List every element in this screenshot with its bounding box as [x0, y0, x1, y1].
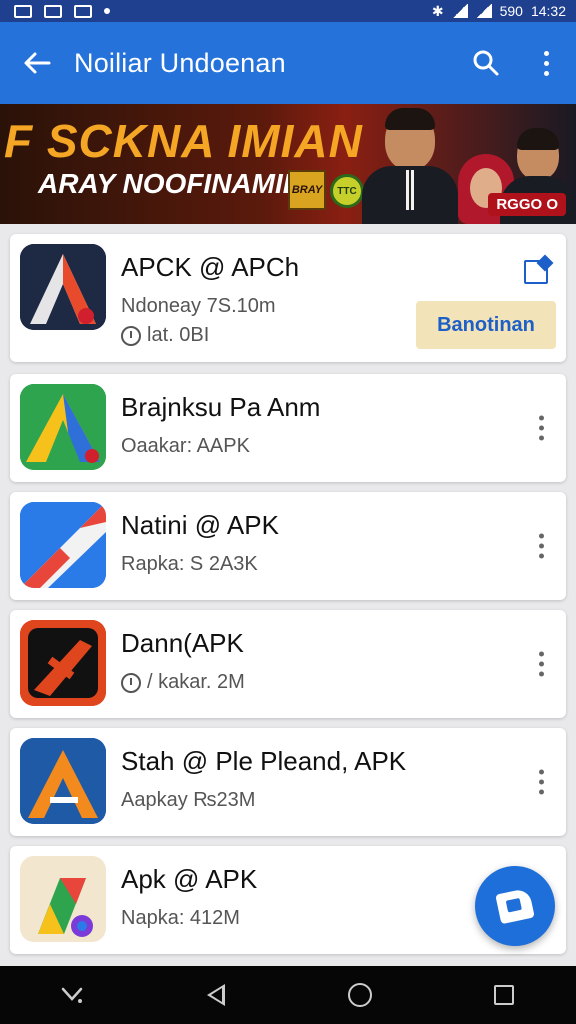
more-vertical-icon[interactable] [539, 415, 544, 441]
banner-subtitle: ARAY NOOFINAMIE [38, 168, 302, 199]
app-name: Apk @ APK [121, 864, 258, 894]
arrow-left-icon [24, 52, 51, 74]
status-bar: ✱ 590 14:32 [0, 0, 576, 22]
overview-square-icon [494, 985, 514, 1005]
app-icon [20, 244, 106, 330]
app-icon [20, 738, 106, 824]
nav-back-button[interactable] [186, 966, 246, 1024]
app-meta-text: / kakar. 2M [147, 671, 245, 693]
app-meta: Oaakar: AAPK [121, 435, 250, 457]
signal-icon [451, 4, 468, 18]
promo-banner[interactable]: F SCKNA IMIAN ARAY NOOFINAMIE BRAY TTC R… [0, 104, 576, 224]
banner-tag: RGGO O [488, 193, 566, 216]
banner-badge: BRAY [288, 170, 326, 210]
back-triangle-icon [207, 984, 225, 1006]
list-item[interactable]: Stah @ Ple Pleand, APK Aapkay ₨23M [10, 728, 566, 836]
wifi-icon [475, 4, 492, 18]
clock-time: 14:32 [530, 3, 566, 19]
list-item[interactable]: Natini @ APK Rapka: S 2A3K [10, 492, 566, 600]
bluetooth-icon: ✱ [431, 2, 444, 19]
app-meta: Ndoneay 7S.10m [121, 295, 276, 317]
app-meta: / kakar. 2M [121, 671, 245, 694]
more-vertical-icon [543, 50, 549, 76]
app-name: Dann(APK [121, 628, 244, 658]
floating-action-button[interactable] [475, 866, 555, 946]
notification-dot-icon [104, 8, 110, 14]
home-circle-icon [348, 983, 372, 1007]
media-icon [74, 4, 92, 18]
app-name: Stah @ Ple Pleand, APK [121, 746, 407, 776]
app-name: Natini @ APK [121, 510, 279, 540]
system-nav-bar [0, 966, 576, 1024]
search-button[interactable] [456, 22, 516, 104]
more-vertical-icon[interactable] [539, 533, 544, 559]
nav-home-button[interactable] [330, 966, 390, 1024]
app-name: Brajnksu Pa Anm [121, 392, 321, 422]
nav-overview-button[interactable] [474, 966, 534, 1024]
app-notification-icon [44, 4, 62, 18]
list-item[interactable]: APCK @ APCh Ndoneay 7S.10m lat. 0BI Bano… [10, 234, 566, 362]
app-meta: Rapka: S 2A3K [121, 553, 258, 575]
app-name: APCK @ APCh [121, 252, 300, 282]
gallery-icon [14, 4, 32, 18]
banner-seal: TTC [330, 174, 364, 208]
banner-title: F SCKNA IMIAN [4, 115, 363, 167]
app-meta: Napka: 412M [121, 907, 240, 929]
edit-icon [495, 887, 535, 925]
list-item[interactable]: Dann(APK / kakar. 2M [10, 610, 566, 718]
banner-person-left [362, 108, 458, 224]
app-icon [20, 502, 106, 588]
status-notifications [14, 4, 110, 18]
list-item[interactable]: Brajnksu Pa Anm Oaakar: AAPK [10, 374, 566, 482]
status-indicators: ✱ 590 14:32 [432, 3, 566, 20]
back-button[interactable] [0, 22, 74, 104]
clock-icon [121, 325, 141, 346]
nav-hide-button[interactable] [42, 966, 102, 1024]
app-bar: Noiliar Undoenan [0, 22, 576, 104]
app-update-info: lat. 0BI [121, 324, 209, 347]
overflow-menu-button[interactable] [516, 22, 576, 104]
more-vertical-icon[interactable] [539, 769, 544, 795]
download-button[interactable]: Banotinan [416, 301, 556, 349]
app-icon [20, 620, 106, 706]
more-vertical-icon[interactable] [539, 651, 544, 677]
clock-icon [121, 672, 141, 693]
app-update-text: lat. 0BI [147, 324, 210, 346]
page-title: Noiliar Undoenan [74, 47, 286, 78]
status-text: 590 [499, 3, 523, 19]
app-icon [20, 384, 106, 470]
app-meta: Aapkay ₨23M [121, 789, 256, 811]
down-arrow-icon [61, 987, 83, 1003]
app-icon [20, 856, 106, 942]
open-in-new-icon[interactable] [524, 260, 548, 284]
search-icon [473, 50, 499, 76]
